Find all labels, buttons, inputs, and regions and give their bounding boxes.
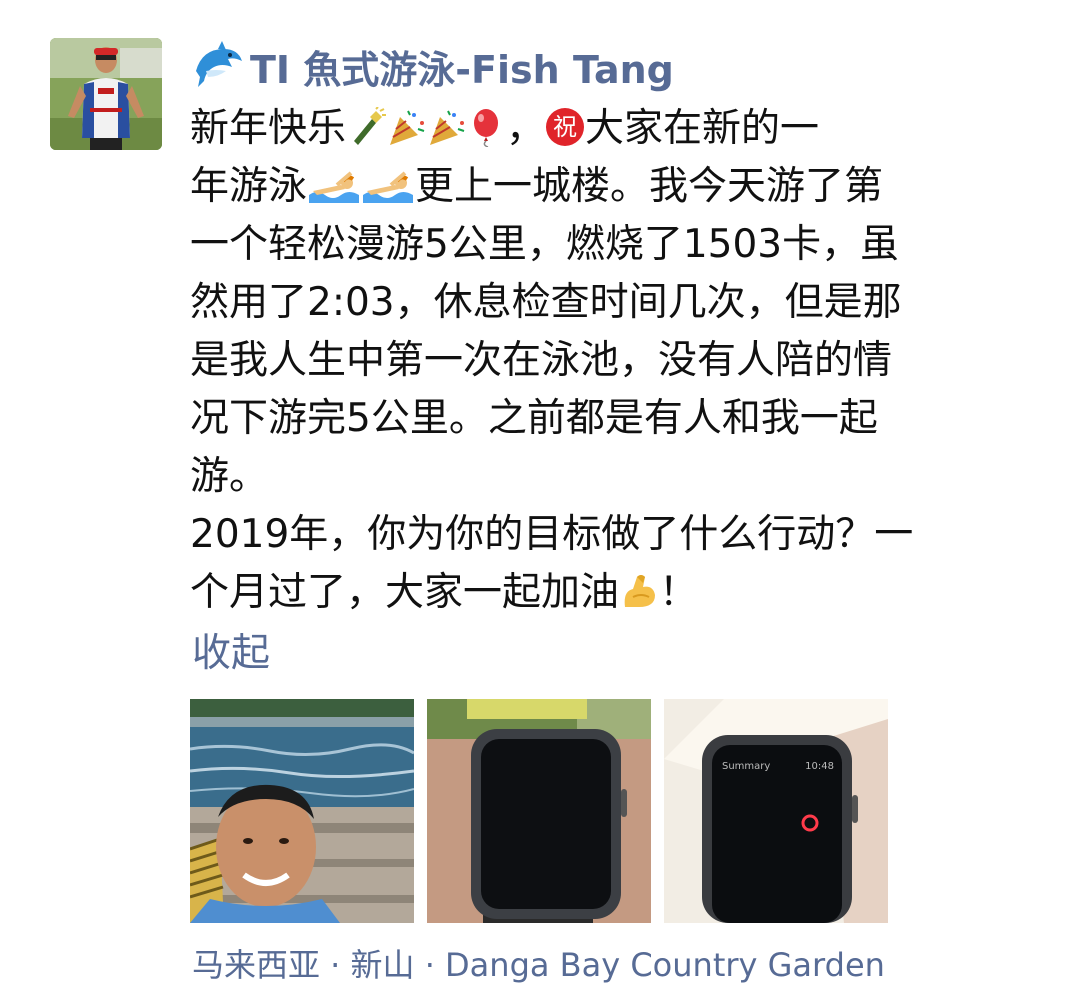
swimmer-icon — [361, 165, 415, 205]
flexed-biceps-icon — [619, 571, 659, 611]
balloon-icon — [466, 107, 506, 147]
post-line-5: 是我人生中第一次在泳池，没有人陪的情 — [190, 338, 893, 383]
party-popper-icon — [426, 107, 466, 147]
author-name: TI 魚式游泳-Fish Tang — [250, 47, 674, 92]
party-popper-icon — [386, 107, 426, 147]
watch2-clock: 10:48 — [805, 761, 834, 772]
collapse-link[interactable]: 收起 — [192, 622, 270, 678]
photo-thumbnail-1[interactable] — [190, 699, 414, 923]
dolphin-icon — [196, 41, 242, 87]
post-line-8: 2019年，你为你的目标做了什么行动？一 — [190, 512, 914, 557]
post-line-7: 游。 — [190, 454, 269, 499]
champagne-icon — [346, 107, 387, 147]
post-line-9: 个月过了，大家一起加油 ！ — [190, 564, 1030, 622]
post-text-fragment: 个月过了，大家一起加油 — [190, 570, 620, 615]
post-text-fragment: 新年快乐 — [190, 106, 347, 151]
post-text: 新年快乐 ，祝大家在新的一 年游泳 更上一城楼。我今天游了第 一个轻松漫游5公里，燃… — [190, 100, 1030, 622]
watch2-title: Summary — [722, 761, 770, 772]
post-text-fragment: 更上一城楼。我今天游了第 — [415, 164, 884, 209]
avatar[interactable] — [50, 38, 162, 150]
post-text-fragment: 年游泳 — [190, 164, 308, 209]
location-link[interactable]: 马来西亚 · 新山 · Danga Bay Country Garden — [192, 940, 885, 986]
swimmer-icon — [307, 165, 361, 205]
watch-summary-photo — [427, 699, 651, 923]
photo-thumbnail-2[interactable] — [427, 699, 651, 923]
congratulations-icon: 祝 — [545, 107, 585, 147]
avatar-photo — [50, 38, 162, 150]
post-line-2: 年游泳 更上一城楼。我今天游了第 — [190, 158, 1030, 216]
post-line-6: 况下游完5公里。之前都是有人和我一起 — [190, 396, 878, 441]
post-line-4: 然用了2:03，休息检查时间几次，但是那 — [190, 280, 902, 325]
post-text-fragment: ， — [506, 106, 546, 151]
watch-calories-photo: Summary 10:48 — [664, 699, 888, 923]
post-line-1: 新年快乐 ，祝大家在新的一 — [190, 100, 1030, 158]
photo-thumbnail-3[interactable]: Summary 10:48 — [664, 699, 888, 923]
author-name-link[interactable]: TI 魚式游泳-Fish Tang — [192, 36, 674, 96]
post-text-fragment: ！ — [659, 570, 699, 615]
selfie-pool-photo — [190, 699, 414, 923]
post-text-fragment: 大家在新的一 — [585, 106, 820, 151]
svg-text:祝: 祝 — [553, 113, 577, 141]
post-line-3: 一个轻松漫游5公里，燃烧了1503卡，虽 — [190, 222, 900, 267]
